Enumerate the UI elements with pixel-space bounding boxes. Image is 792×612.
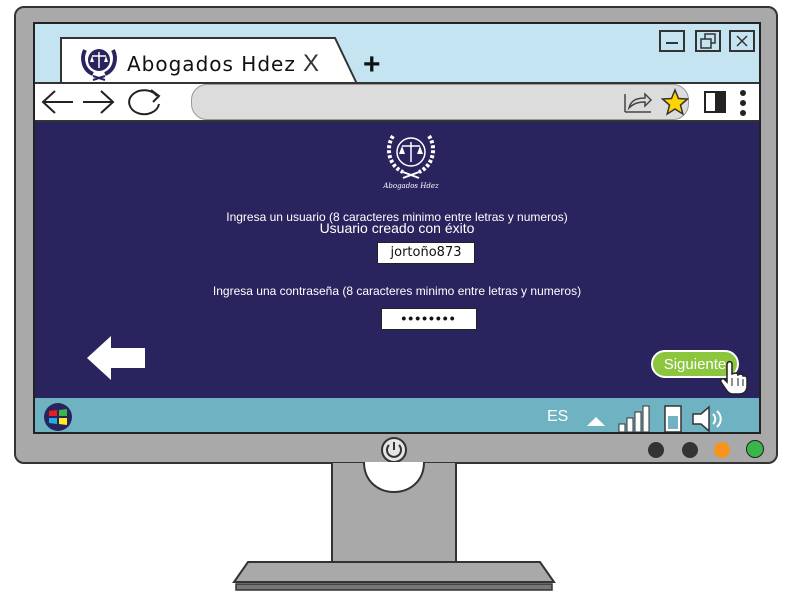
tab-title: Abogados Hdez <box>127 52 296 76</box>
up-caret-icon[interactable] <box>585 414 607 428</box>
success-message: Usuario creado con éxito <box>319 220 475 236</box>
minimize-icon[interactable] <box>659 30 685 52</box>
sidebar-icon[interactable] <box>703 90 729 114</box>
signal-bars-icon[interactable] <box>617 404 657 434</box>
close-window-icon[interactable] <box>729 30 755 52</box>
menu-dots-icon[interactable] <box>737 88 749 118</box>
speaker-icon[interactable] <box>691 404 727 434</box>
language-indicator[interactable]: ES <box>547 408 568 426</box>
screen: Abogados Hdez X + Abogados Hdez Ingresa … <box>33 22 761 434</box>
password-prompt: Ingresa una contraseña (8 caracteres min… <box>212 284 582 298</box>
back-arrow-icon[interactable] <box>85 334 149 382</box>
restore-icon[interactable] <box>695 30 721 52</box>
logo-caption: Abogados Hdez <box>383 182 439 190</box>
share-icon[interactable] <box>621 88 655 116</box>
back-arrow-icon[interactable] <box>39 88 75 116</box>
battery-icon[interactable] <box>663 404 683 434</box>
username-field[interactable]: jortoño873 <box>377 242 475 264</box>
indicator-led-orange <box>714 442 730 458</box>
address-bar[interactable] <box>191 84 689 120</box>
pointer-hand-icon <box>720 360 748 395</box>
new-tab-icon[interactable]: + <box>363 48 381 82</box>
windows-start-icon[interactable] <box>43 402 73 432</box>
monitor-stand <box>232 462 556 591</box>
password-field[interactable]: •••••••• <box>381 308 477 330</box>
indicator-led-green <box>746 440 764 458</box>
scales-of-justice-logo-icon <box>81 49 117 81</box>
indicator-led <box>682 442 698 458</box>
reload-icon[interactable] <box>123 86 165 118</box>
forward-arrow-icon[interactable] <box>81 88 117 116</box>
indicator-led <box>648 442 664 458</box>
power-icon[interactable] <box>380 436 408 464</box>
tab-close-icon[interactable]: X <box>303 50 319 78</box>
favorite-star-icon[interactable] <box>661 88 689 116</box>
